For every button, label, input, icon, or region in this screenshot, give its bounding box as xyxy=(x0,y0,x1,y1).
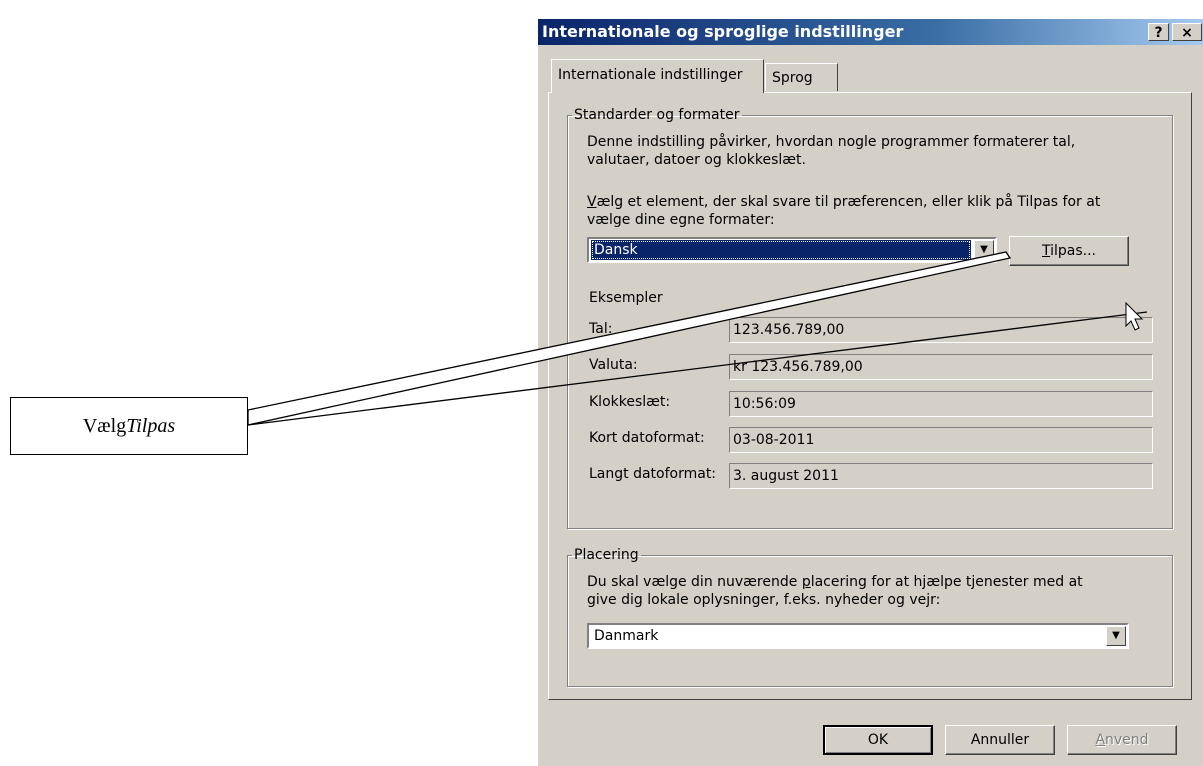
standards-instruction-line2: vælge dine egne formater: xyxy=(587,212,775,228)
example-value-currency: kr 123.456.789,00 xyxy=(729,354,1153,380)
regional-settings-dialog: Internationale og sproglige indstillinge… xyxy=(537,18,1203,766)
format-select[interactable]: Dansk ▼ xyxy=(587,237,997,263)
example-label-short-date: Kort datoformat: xyxy=(589,430,705,446)
example-value-time: 10:56:09 xyxy=(729,391,1153,417)
format-select-value: Dansk xyxy=(591,240,971,260)
example-value-short-date: 03-08-2011 xyxy=(729,427,1153,453)
apply-button[interactable]: Anvend xyxy=(1067,725,1177,755)
example-label-time: Klokkeslæt: xyxy=(589,394,671,410)
customize-label: ilpas... xyxy=(1050,243,1096,259)
standards-description-line2: valutaer, datoer og klokkeslæt. xyxy=(587,152,806,168)
help-icon[interactable]: ? xyxy=(1148,23,1169,41)
location-description-line1: Du skal vælge din nuværende placering fo… xyxy=(587,573,1083,591)
instruction-line1-rest: ælg et element, der skal svare til præfe… xyxy=(596,194,1101,210)
examples-heading: Eksempler xyxy=(589,290,663,306)
dropdown-arrow-icon[interactable]: ▼ xyxy=(1106,626,1126,646)
callout-text-italic: Tilpas xyxy=(126,414,176,437)
location-desc-part-a: Du skal vælge din nuværende xyxy=(587,574,802,590)
standards-instruction-line1: Vælg et element, der skal svare til præf… xyxy=(587,193,1100,211)
instruction-hotkey: V xyxy=(587,194,597,210)
standards-instruction: Vælg et element, der skal svare til præf… xyxy=(587,193,1100,229)
dialog-title: Internationale og sproglige indstillinge… xyxy=(542,22,904,41)
location-hotkey: p xyxy=(801,574,811,590)
title-bar[interactable]: Internationale og sproglige indstillinge… xyxy=(538,19,1203,45)
example-label-number: Tal: xyxy=(589,321,613,337)
standards-description: Denne indstilling påvirker, hvordan nogl… xyxy=(587,133,1075,169)
location-select-value: Danmark xyxy=(594,628,659,644)
ok-button[interactable]: OK xyxy=(823,725,933,755)
location-description-line2: give dig lokale oplysninger, f.eks. nyhe… xyxy=(587,592,941,608)
dropdown-arrow-icon[interactable]: ▼ xyxy=(974,240,994,260)
location-select[interactable]: Danmark ▼ xyxy=(587,623,1129,649)
location-group: Placering xyxy=(567,547,1173,687)
location-legend: Placering xyxy=(574,547,639,563)
customize-hotkey: T xyxy=(1041,243,1051,259)
example-label-currency: Valuta: xyxy=(589,357,638,373)
standards-legend: Standarder og formater xyxy=(574,107,740,123)
callout-text-prefix: Vælg xyxy=(82,414,127,437)
example-value-number: 123.456.789,00 xyxy=(729,317,1153,343)
apply-hotkey: A xyxy=(1095,732,1106,748)
tab-panel: Standarder og formater Denne indstilling… xyxy=(548,92,1192,700)
standards-description-line1: Denne indstilling påvirker, hvordan nogl… xyxy=(587,134,1076,150)
apply-label: nvend xyxy=(1105,732,1149,748)
example-value-long-date: 3. august 2011 xyxy=(729,463,1153,489)
cancel-button[interactable]: Annuller xyxy=(945,725,1055,755)
location-description: Du skal vælge din nuværende placering fo… xyxy=(587,573,1083,609)
location-desc-part-b: lacering for at hjælpe tjenester med at xyxy=(810,574,1083,590)
tab-international-settings[interactable]: Internationale indstillinger xyxy=(551,59,764,93)
example-label-long-date: Langt datoformat: xyxy=(589,466,717,482)
close-icon[interactable]: × xyxy=(1172,23,1202,41)
callout-box: Vælg Tilpas xyxy=(10,397,248,455)
tab-language[interactable]: Sprog xyxy=(765,63,838,91)
customize-button[interactable]: Tilpas... xyxy=(1009,236,1129,266)
